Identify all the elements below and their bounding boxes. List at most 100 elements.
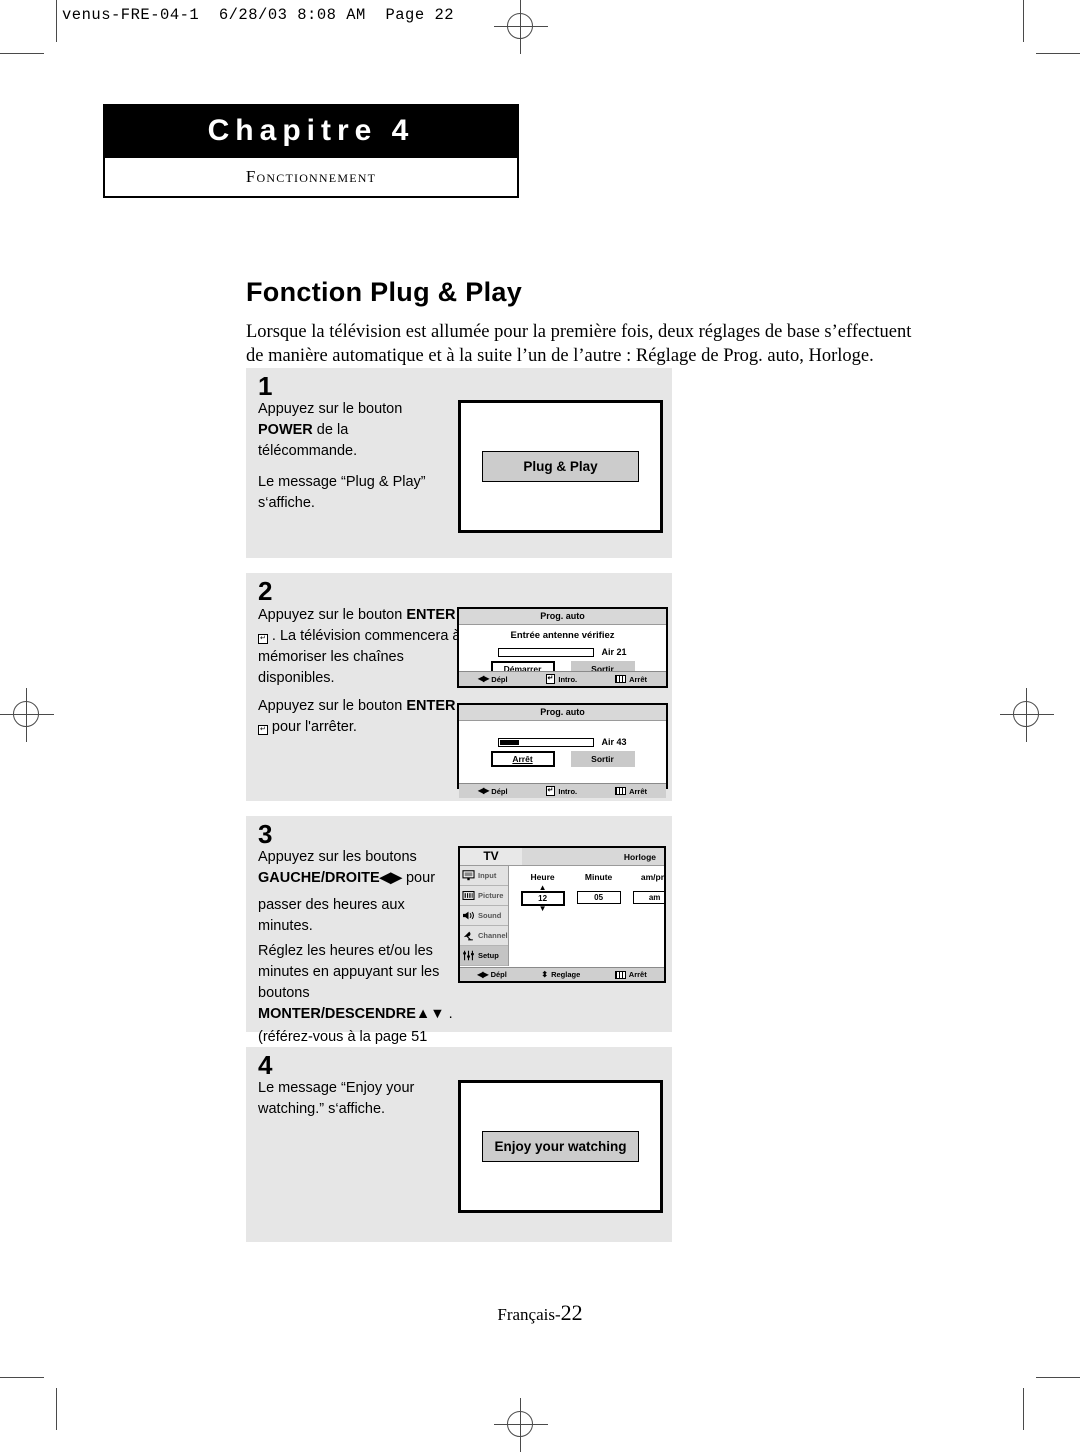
enter-key-icon: ↵ — [545, 674, 556, 684]
clock-column-hour: Heure ▲ 12 ▼ — [520, 872, 565, 913]
step3-p1-part1: Appuyez sur les boutons — [258, 849, 417, 865]
crop-mark-top-left-horizontal — [0, 53, 44, 54]
clock-hour-value: 12 — [538, 894, 548, 903]
osd2-footer-move-label: Dépl — [491, 786, 508, 796]
up-down-arrows-icon: ⬍ — [541, 969, 549, 979]
osd2-title: Prog. auto — [459, 705, 666, 721]
clock-minute-value-box[interactable]: 05 — [576, 891, 621, 904]
registration-mark-right — [1000, 688, 1054, 742]
osd2-progress-bar — [498, 737, 595, 747]
osd1-footer-enter-label: Intro. — [558, 674, 578, 684]
chapter-header: Chapitre 4 Fonctionnement — [103, 104, 519, 198]
enter-key-icon: ↵ — [545, 786, 556, 796]
clock-menu-topbar: TV Horloge — [460, 848, 664, 866]
osd1-footer-enter: ↵ Intro. — [545, 674, 578, 684]
step3-p2: passer des heures aux minutes. — [258, 897, 405, 935]
osd2-footer: ◀▶ Dépl ↵ Intro. Arrêt — [459, 783, 666, 798]
osd1-footer-exit-label: Arrêt — [629, 674, 648, 684]
clock-menu-title: Horloge — [623, 851, 656, 862]
osd-prog-auto-running: Prog. auto Air 43 Arrêt Sortir ◀▶ Dépl ↵ I… — [457, 703, 668, 798]
enter-key-icon: ↵ — [258, 634, 268, 645]
step2-enter-keyword-2: ENTER — [406, 698, 456, 714]
picture-icon — [462, 891, 475, 900]
osd1-footer-move: ◀▶ Dépl — [478, 675, 508, 684]
enter-key-icon: ↵ — [258, 725, 268, 736]
step-number-3: 3 — [258, 819, 273, 849]
crop-mark-top-right-horizontal — [1036, 53, 1080, 54]
crop-mark-top-left-vertical — [56, 0, 57, 42]
sidebar-item-channel[interactable]: Channel — [460, 926, 508, 946]
clock-ampm-value-box[interactable]: am — [632, 891, 664, 904]
clock-menu-sidebar: Input Picture Sound Channel Setup — [460, 866, 509, 966]
spinner-up-icon[interactable]: ▲ — [539, 884, 547, 892]
clock-footer-adjust: ⬍ Reglage — [541, 970, 580, 979]
osd-prog-auto-start: Prog. auto Entrée antenne vérifiez Air 2… — [457, 607, 668, 688]
osd2-footer-enter-label: Intro. — [558, 786, 578, 796]
crop-mark-bottom-left-horizontal — [0, 1377, 44, 1378]
clock-hour-value-box[interactable]: ▲ 12 ▼ — [520, 884, 565, 913]
sidebar-item-setup[interactable]: Setup — [460, 946, 508, 966]
osd-clock-menu: TV Horloge Input Picture Sound Channel S… — [458, 846, 666, 983]
osd2-progress-fill — [500, 739, 519, 745]
sidebar-item-picture[interactable]: Picture — [460, 886, 508, 906]
sidebar-item-sound[interactable]: Sound — [460, 906, 508, 926]
osd2-footer-move: ◀▶ Dépl — [478, 787, 508, 796]
clock-hour-label: Heure — [530, 872, 555, 882]
step2-enter-keyword-1: ENTER — [406, 607, 456, 623]
osd1-heading: Entrée antenne vérifiez — [510, 630, 615, 641]
clock-footer-exit: Arrêt — [614, 970, 647, 979]
step3-up-down-keyword: MONTER/DESCENDRE — [258, 1006, 416, 1023]
osd2-stop-button[interactable]: Arrêt — [490, 751, 555, 767]
input-icon — [462, 870, 475, 881]
registration-mark-left — [0, 688, 54, 742]
file-stamp: venus-FRE-04-1 6/28/03 8:08 AM Page 22 — [62, 6, 455, 24]
bars-icon — [614, 970, 626, 979]
osd1-footer-move-label: Dépl — [491, 674, 508, 684]
sidebar-item-channel-label: Channel — [478, 931, 508, 940]
left-right-arrows-icon: ◀▶ — [477, 674, 489, 683]
step-number-2: 2 — [258, 576, 273, 606]
crop-mark-bottom-right-horizontal — [1036, 1377, 1080, 1378]
step2-p2-part1: Appuyez sur le bouton — [258, 698, 407, 714]
tv-screen-enjoy-watching: Enjoy your watching — [458, 1080, 663, 1213]
step-text-1: Appuyez sur le bouton POWER de la téléco… — [258, 399, 448, 514]
spinner-down-icon[interactable]: ▼ — [539, 905, 547, 913]
step-text-4: Le message “Enjoy your watching.” s‘affi… — [258, 1080, 415, 1118]
osd1-progress-bar — [498, 647, 595, 657]
clock-footer-adjust-label: Reglage — [551, 970, 581, 979]
clock-footer-move-label: Dépl — [490, 970, 507, 979]
osd2-footer-exit: Arrêt — [615, 787, 647, 796]
chapter-banner-label: Chapitre 4 — [207, 114, 415, 147]
chapter-subtitle-label: Fonctionnement — [245, 167, 377, 186]
chapter-banner: Chapitre 4 — [103, 104, 519, 158]
crop-mark-bottom-right-vertical — [1023, 1388, 1024, 1430]
clock-menu-tv-label: TV — [460, 848, 522, 865]
step2-p1-part1: Appuyez sur le bouton — [258, 607, 407, 623]
bars-icon — [615, 675, 627, 683]
step-text-2b: Appuyez sur le bouton ENTER ↵ pour l'arrê… — [258, 696, 463, 738]
step1-line1-part1: Appuyez sur le bouton — [258, 401, 403, 417]
step3-p1-part3: pour — [401, 870, 436, 887]
tv-screen-plug-and-play: Plug & Play — [458, 400, 663, 533]
step-text-3: Appuyez sur les boutons GAUCHE/DROITE◀▶ … — [258, 847, 454, 1069]
clock-minute-value: 05 — [594, 893, 604, 902]
sidebar-item-input[interactable]: Input — [460, 866, 508, 886]
tv-message-plug-and-play: Plug & Play — [482, 451, 639, 482]
osd1-progress-label: Air 21 — [601, 647, 627, 657]
footer-page-number: 22 — [560, 1300, 583, 1325]
clock-menu-main: Heure ▲ 12 ▼ Minute 05 am/pm am — [508, 866, 664, 966]
channel-icon — [463, 931, 473, 941]
osd2-exit-button[interactable]: Sortir — [570, 751, 635, 767]
step1-line2: Le message “Plug & Play” s‘affiche. — [258, 474, 426, 512]
clock-column-ampm: am/pm am — [632, 872, 664, 906]
left-right-arrows-icon: ◀▶ — [477, 786, 489, 795]
osd1-footer-exit: Arrêt — [615, 675, 647, 684]
step3-p3-part1: Réglez les heures et/ou les minutes en a… — [258, 943, 440, 1002]
clock-footer-exit-label: Arrêt — [628, 970, 647, 979]
sidebar-item-setup-label: Setup — [478, 951, 499, 960]
step-number-1: 1 — [258, 371, 273, 401]
sound-icon — [463, 911, 474, 920]
sidebar-item-input-label: Input — [478, 871, 497, 880]
clock-menu-footer: ◀▶ Dépl ⬍ Reglage Arrêt — [460, 967, 664, 981]
step-text-2a: Appuyez sur le bouton ENTER ↵ . La télévi… — [258, 605, 463, 689]
